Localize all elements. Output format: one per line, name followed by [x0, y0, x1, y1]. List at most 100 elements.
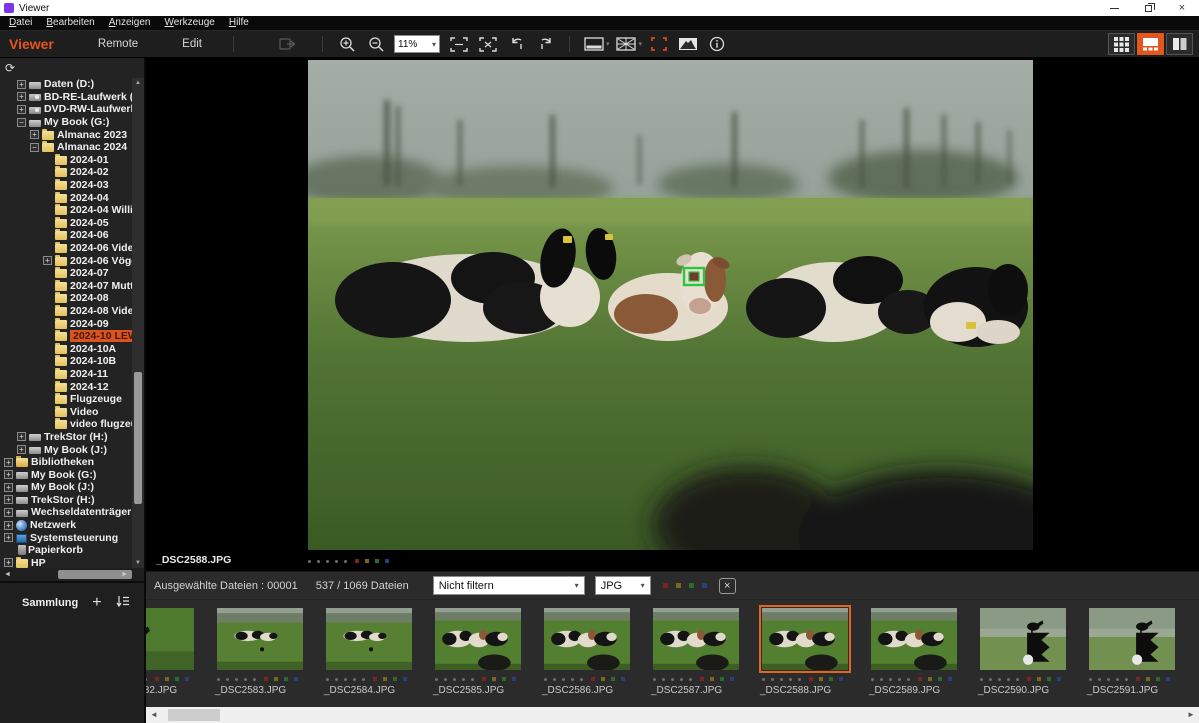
tree-item-2024-08[interactable]: 2024-08 — [0, 292, 132, 305]
color-label-square[interactable] — [1156, 677, 1160, 681]
tree-item-my-book-j-[interactable]: +My Book (J:) — [0, 481, 132, 494]
expand-icon[interactable]: + — [4, 558, 13, 567]
expand-icon[interactable]: + — [4, 521, 13, 530]
rating-dot[interactable] — [689, 678, 692, 681]
tree-item-trekstor-h-[interactable]: +TrekStor (H:) — [0, 431, 132, 444]
tree-item-almanac-2024[interactable]: −Almanac 2024 — [0, 141, 132, 154]
color-label-square[interactable] — [175, 677, 179, 681]
filter-dropdown[interactable]: Nicht filtern ▾ — [433, 576, 585, 595]
rating-dot[interactable] — [980, 678, 983, 681]
tree-item-2024-05[interactable]: 2024-05 — [0, 217, 132, 230]
thumbnail-image[interactable] — [323, 605, 415, 673]
tree-item-2024-01[interactable]: 2024-01 — [0, 154, 132, 167]
expand-icon[interactable]: + — [43, 256, 52, 265]
color-label-square[interactable] — [918, 677, 922, 681]
rating-dot[interactable] — [1098, 678, 1101, 681]
tree-item-video-flugzeuge[interactable]: video flugzeuge — [0, 418, 132, 431]
rating-dot[interactable] — [571, 678, 574, 681]
expand-icon[interactable]: + — [4, 458, 13, 467]
tree-item-2024-06-video[interactable]: 2024-06 Video — [0, 242, 132, 255]
color-label-square[interactable] — [663, 583, 668, 588]
scroll-up-icon[interactable]: ▲ — [132, 80, 144, 86]
rating-dot[interactable] — [226, 678, 229, 681]
tree-item-2024-10b[interactable]: 2024-10B — [0, 355, 132, 368]
expand-icon[interactable]: + — [4, 470, 13, 479]
tree-item-2024-07-mutter[interactable]: 2024-07 Mutter — [0, 280, 132, 293]
rating-dot[interactable] — [435, 678, 438, 681]
scroll-right-icon[interactable]: ► — [121, 568, 128, 581]
tree-item-almanac-2023[interactable]: +Almanac 2023 — [0, 128, 132, 141]
thumbnail--dsc2591-jpg[interactable]: _DSC2591.JPG — [1079, 605, 1188, 707]
thumbnail--dsc2586-jpg[interactable]: _DSC2586.JPG — [534, 605, 643, 707]
rating-dot[interactable] — [471, 678, 474, 681]
tree-item-2024-04-willi[interactable]: 2024-04 Willi — [0, 204, 132, 217]
chevron-down-icon[interactable]: ▾ — [639, 40, 643, 48]
rating-dot[interactable] — [544, 678, 547, 681]
rating-dot[interactable] — [1107, 678, 1110, 681]
color-label-square[interactable] — [621, 677, 625, 681]
rating-dot[interactable] — [335, 560, 338, 563]
rating-dot[interactable] — [680, 678, 683, 681]
expand-icon[interactable]: + — [4, 495, 13, 504]
clear-filter-button[interactable]: × — [719, 578, 736, 594]
rating-dot[interactable] — [335, 678, 338, 681]
rating-dot[interactable] — [780, 678, 783, 681]
tree-item-2024-06-v-gel[interactable]: +2024-06 Vögel — [0, 254, 132, 267]
rating-dot[interactable] — [1089, 678, 1092, 681]
rating-dot[interactable] — [1016, 678, 1019, 681]
color-label-square[interactable] — [165, 677, 169, 681]
color-label-square[interactable] — [1136, 677, 1140, 681]
thumbnail--dsc2587-jpg[interactable]: _DSC2587.JPG — [643, 605, 752, 707]
thumbnail--dsc2590-jpg[interactable]: _DSC2590.JPG — [970, 605, 1079, 707]
expand-icon[interactable]: + — [17, 105, 26, 114]
scrollbar-thumb[interactable] — [168, 709, 220, 721]
chevron-down-icon[interactable]: ▾ — [606, 40, 610, 48]
tree-item-netzwerk[interactable]: +Netzwerk — [0, 519, 132, 532]
tree-item-my-book-g-[interactable]: +My Book (G:) — [0, 468, 132, 481]
tree-item-2024-06[interactable]: 2024-06 — [0, 229, 132, 242]
rating-dot[interactable] — [444, 678, 447, 681]
color-label-square[interactable] — [482, 677, 486, 681]
thumbnail-image[interactable] — [146, 605, 197, 673]
rating-dot[interactable] — [580, 678, 583, 681]
color-label-square[interactable] — [383, 677, 387, 681]
rating-dot[interactable] — [308, 560, 311, 563]
rotate-left-icon[interactable] — [504, 34, 529, 55]
expand-icon[interactable]: + — [4, 483, 13, 492]
rating-dot[interactable] — [880, 678, 883, 681]
color-label-square[interactable] — [1027, 677, 1031, 681]
menu-anzeigen[interactable]: Anzeigen — [102, 16, 158, 30]
rating-dot[interactable] — [362, 678, 365, 681]
tree-item-wechseldatentr-ger-l-[interactable]: +Wechseldatenträger (L:) — [0, 506, 132, 519]
tree-item-my-book-j-[interactable]: +My Book (J:) — [0, 443, 132, 456]
rating-dot[interactable] — [898, 678, 901, 681]
thumbnail--dsc2585-jpg[interactable]: _DSC2585.JPG — [425, 605, 534, 707]
color-label-square[interactable] — [829, 677, 833, 681]
color-label-square[interactable] — [710, 677, 714, 681]
color-label-square[interactable] — [393, 677, 397, 681]
format-dropdown[interactable]: JPG ▾ — [595, 576, 651, 595]
menu-bearbeiten[interactable]: Bearbeiten — [39, 16, 101, 30]
color-label-square[interactable] — [403, 677, 407, 681]
tree-item-2024-08-video[interactable]: 2024-08 Video — [0, 305, 132, 318]
color-label-square[interactable] — [1166, 677, 1170, 681]
rating-dot[interactable] — [671, 678, 674, 681]
tree-item-systemsteuerung[interactable]: +Systemsteuerung — [0, 531, 132, 544]
color-label-square[interactable] — [938, 677, 942, 681]
menu-hilfe[interactable]: Hilfe — [222, 16, 256, 30]
color-label-square[interactable] — [274, 677, 278, 681]
tree-item-dvd-rw-laufwerk-f-[interactable]: +DVD-RW-Laufwerk (F:) — [0, 103, 132, 116]
color-label-square[interactable] — [365, 559, 369, 563]
zoom-out-icon[interactable] — [363, 34, 388, 55]
rating-dot[interactable] — [146, 678, 147, 681]
thumbnail-image[interactable] — [1086, 605, 1178, 673]
thumbnail-image[interactable] — [868, 605, 960, 673]
expand-icon[interactable]: + — [4, 533, 13, 542]
zoom-level-select[interactable]: 11% ▾ — [394, 35, 440, 53]
info-icon[interactable] — [704, 34, 729, 55]
restore-button[interactable] — [1131, 0, 1165, 16]
actual-size-icon[interactable] — [475, 34, 500, 55]
tree-item-2024-09[interactable]: 2024-09 — [0, 317, 132, 330]
filmstrip-scrollbar[interactable]: ◄ ► — [146, 707, 1199, 723]
rating-dot[interactable] — [771, 678, 774, 681]
